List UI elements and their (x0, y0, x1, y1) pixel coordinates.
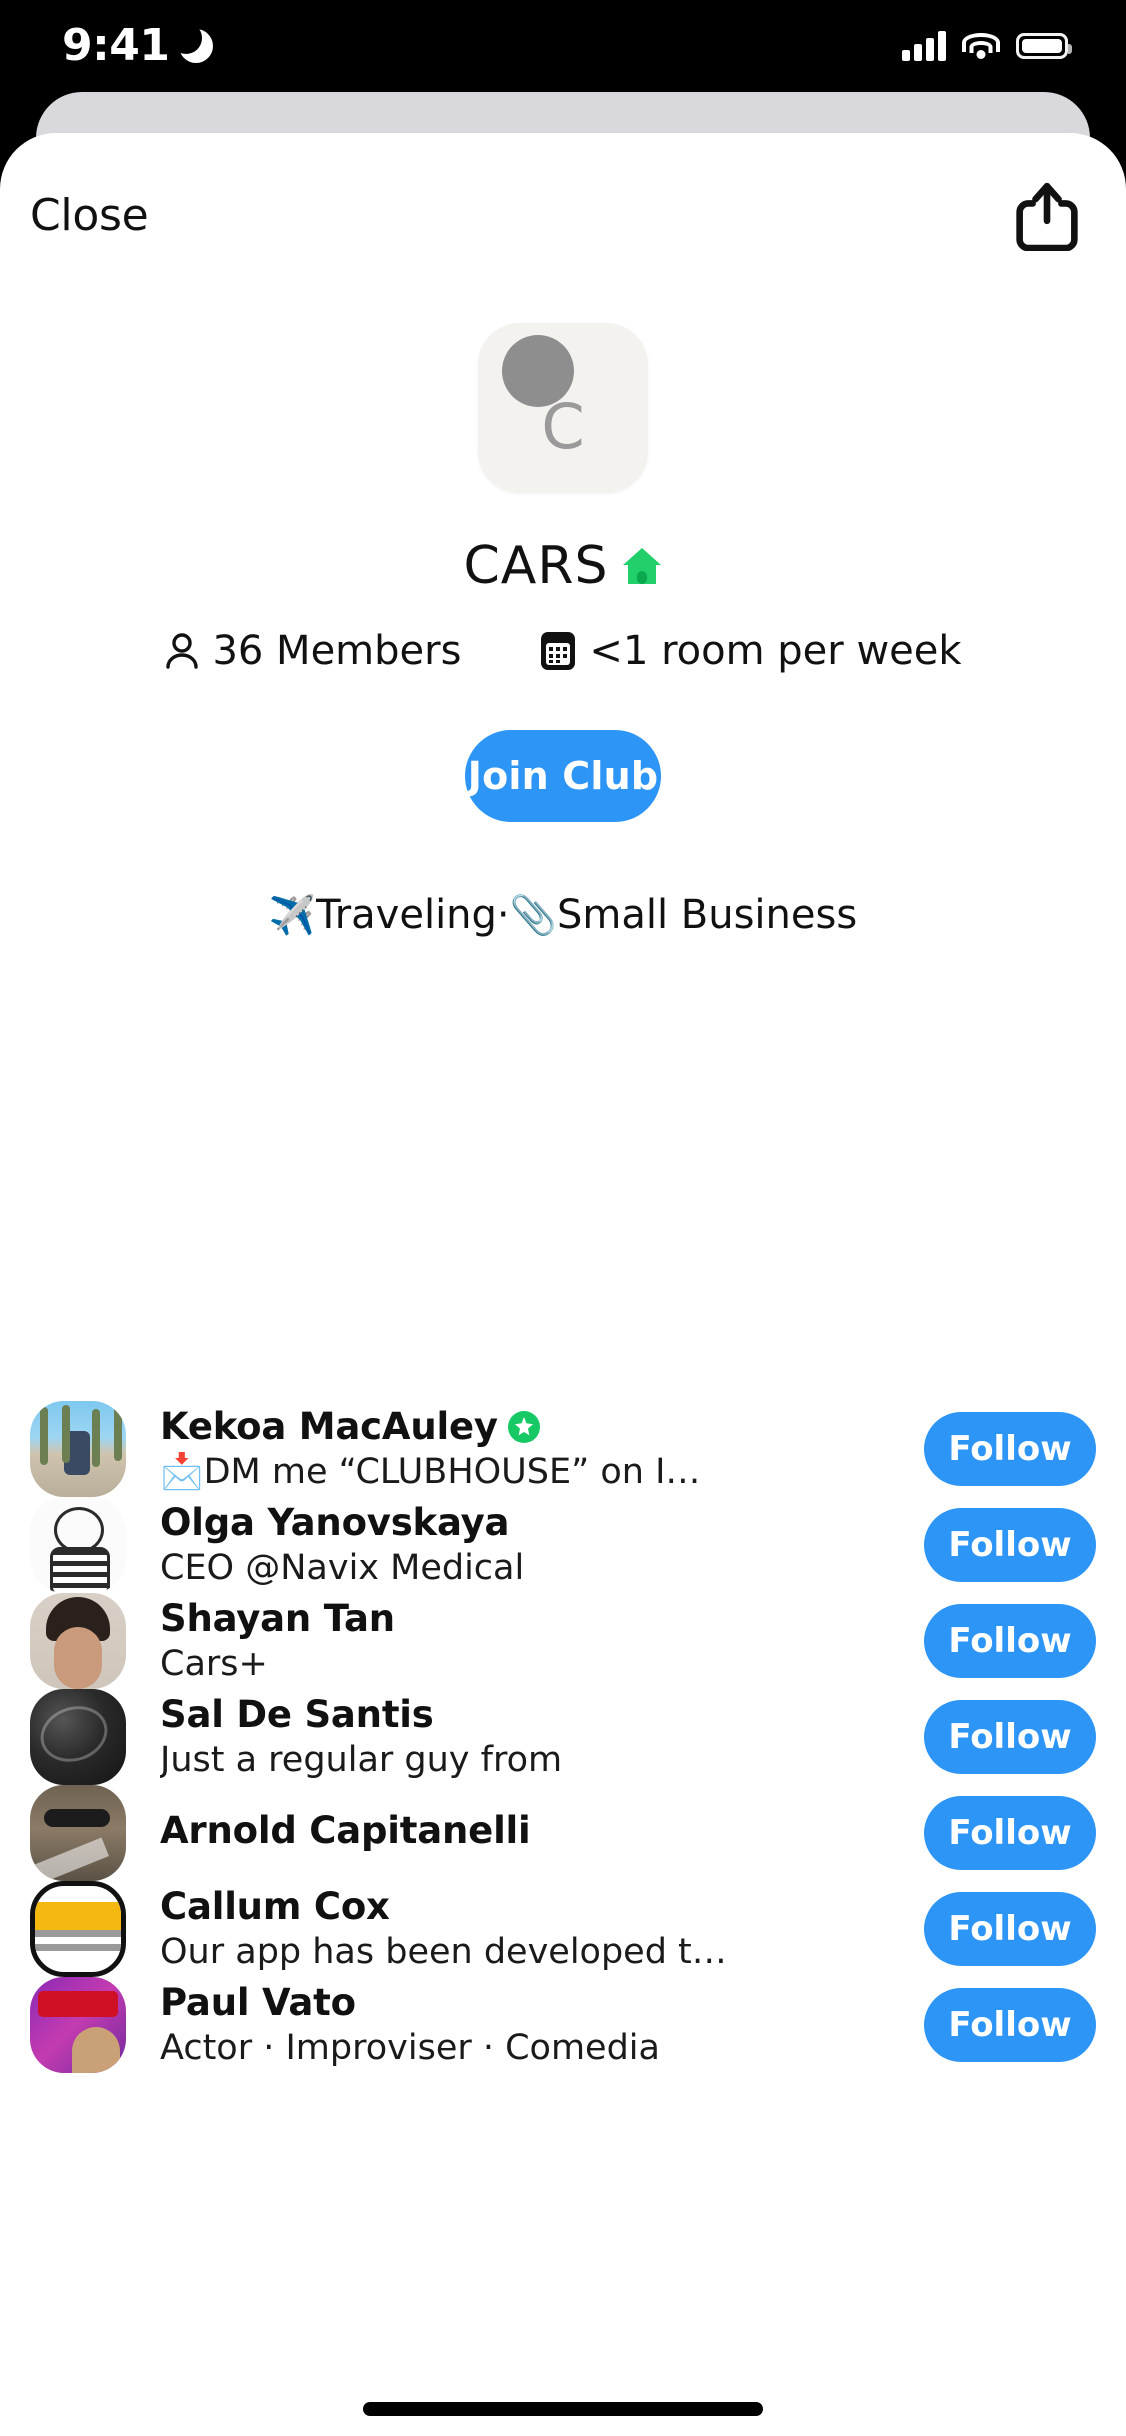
member-name: Callum Cox (160, 1885, 390, 1928)
member-name: Arnold Capitanelli (160, 1809, 531, 1852)
member-bio: 📩DM me “CLUBHOUSE” on I… (160, 1452, 701, 1493)
battery-icon (1016, 33, 1072, 59)
member-bio: Actor · Improviser · Comedia (160, 2028, 660, 2069)
club-name-row: CARS (463, 536, 662, 596)
avatar[interactable] (30, 1593, 126, 1689)
crescent-moon-icon (170, 22, 214, 63)
avatar[interactable] (30, 1401, 126, 1497)
club-avatar-letter: C (541, 390, 585, 463)
member-name: Kekoa MacAuley (160, 1405, 498, 1448)
list-item[interactable]: Shayan Tan Cars+ Follow (0, 1593, 1126, 1689)
member-info: Sal De Santis Just a regular guy from (160, 1694, 924, 1781)
home-indicator (363, 2402, 763, 2416)
follow-button[interactable]: Follow (924, 1892, 1096, 1966)
member-name: Olga Yanovskaya (160, 1501, 510, 1544)
member-bio: Our app has been developed t… (160, 1932, 727, 1973)
member-bio: Cars+ (160, 1644, 268, 1685)
list-item[interactable]: Paul Vato Actor · Improviser · Comedia F… (0, 1977, 1126, 2073)
close-button[interactable]: Close (30, 190, 149, 241)
list-item[interactable]: Sal De Santis Just a regular guy from Fo… (0, 1689, 1126, 1785)
status-time: 9:41 (62, 20, 170, 71)
member-name-row: Olga Yanovskaya (160, 1502, 906, 1545)
paperclip-emoji-icon: 📎 (509, 892, 557, 937)
list-item[interactable]: Callum Cox Our app has been developed t…… (0, 1881, 1126, 1977)
club-hero: C CARS 36 Members <1 room per week Join … (0, 323, 1126, 938)
topic-label-small-business[interactable]: Small Business (557, 892, 857, 938)
member-name: Paul Vato (160, 1981, 356, 2024)
member-info: Callum Cox Our app has been developed t… (160, 1886, 924, 1973)
cellular-signal-icon (902, 31, 946, 61)
join-club-button[interactable]: Join Club (465, 730, 661, 822)
member-info: Olga Yanovskaya CEO @Navix Medical (160, 1502, 924, 1589)
member-name: Sal De Santis (160, 1693, 434, 1736)
member-list: Kekoa MacAuley 📩DM me “CLUBHOUSE” on I… … (0, 1401, 1126, 2073)
follow-button[interactable]: Follow (924, 1604, 1096, 1678)
list-item[interactable]: Olga Yanovskaya CEO @Navix Medical Follo… (0, 1497, 1126, 1593)
follow-button[interactable]: Follow (924, 1508, 1096, 1582)
status-bar-right (902, 31, 1072, 61)
club-stats: 36 Members <1 room per week (164, 628, 962, 674)
topic-label-traveling[interactable]: Traveling (316, 892, 497, 938)
follow-button[interactable]: Follow (924, 1412, 1096, 1486)
follow-button[interactable]: Follow (924, 1796, 1096, 1870)
avatar[interactable] (30, 1977, 126, 2073)
share-icon[interactable] (1014, 179, 1080, 251)
room-frequency-label: <1 room per week (589, 628, 962, 674)
member-info: Paul Vato Actor · Improviser · Comedia (160, 1982, 924, 2069)
member-name-row: Arnold Capitanelli (160, 1810, 906, 1853)
member-name: Shayan Tan (160, 1597, 395, 1640)
house-emoji-icon (621, 546, 663, 586)
member-name-row: Paul Vato (160, 1982, 906, 2025)
list-item[interactable]: Arnold Capitanelli Follow (0, 1785, 1126, 1881)
wifi-icon (962, 31, 1000, 61)
members-count-label: 36 Members (212, 628, 462, 674)
club-profile-sheet: Close C CARS 36 Members <1 room per week… (0, 133, 1126, 2436)
member-name-row: Shayan Tan (160, 1598, 906, 1641)
modal-header: Close (0, 155, 1126, 275)
member-bio: CEO @Navix Medical (160, 1548, 525, 1589)
members-stat: 36 Members (164, 628, 461, 674)
member-name-row: Callum Cox (160, 1886, 906, 1929)
status-bar: 9:41 (0, 0, 1126, 92)
club-avatar: C (478, 323, 648, 493)
frequency-stat: <1 room per week (539, 628, 962, 674)
green-sparkle-badge-icon (507, 1410, 540, 1443)
club-topics: ✈️ Traveling · 📎 Small Business (269, 892, 857, 938)
avatar[interactable] (30, 1785, 126, 1881)
page-title: CARS (463, 536, 609, 596)
member-info: Shayan Tan Cars+ (160, 1598, 924, 1685)
member-name-row: Sal De Santis (160, 1694, 906, 1737)
follow-button[interactable]: Follow (924, 1988, 1096, 2062)
member-bio: Just a regular guy from (160, 1740, 563, 1781)
status-bar-left: 9:41 (62, 20, 214, 71)
airplane-emoji-icon: ✈️ (268, 892, 317, 937)
member-name-row: Kekoa MacAuley (160, 1406, 906, 1449)
member-info: Arnold Capitanelli (160, 1810, 924, 1857)
follow-button[interactable]: Follow (924, 1700, 1096, 1774)
topic-separator: · (496, 892, 510, 938)
avatar[interactable] (30, 1689, 126, 1785)
list-item[interactable]: Kekoa MacAuley 📩DM me “CLUBHOUSE” on I… … (0, 1401, 1126, 1497)
avatar[interactable] (30, 1497, 126, 1593)
member-info: Kekoa MacAuley 📩DM me “CLUBHOUSE” on I… (160, 1406, 924, 1493)
avatar[interactable] (30, 1881, 126, 1977)
